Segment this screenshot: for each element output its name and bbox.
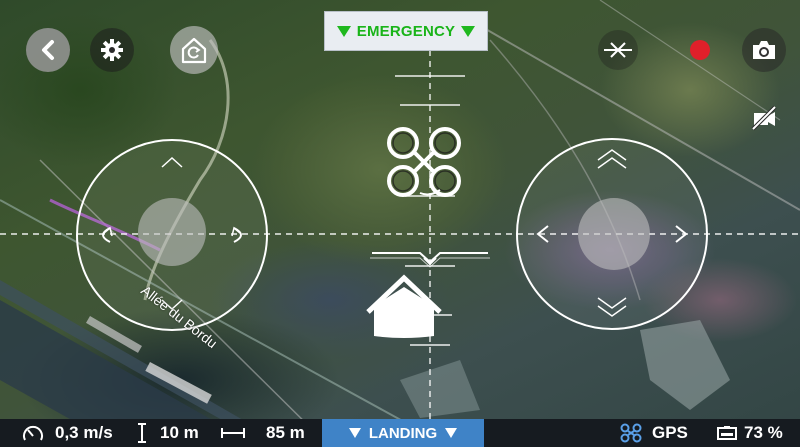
status-bar: 0,3 m/s 10 m 85 m LANDING GPS 73 % <box>0 419 800 447</box>
battery-icon <box>717 426 737 440</box>
emergency-button[interactable]: EMERGENCY <box>324 11 488 51</box>
chevron-left-icon <box>42 40 54 60</box>
record-icon <box>690 40 710 60</box>
emergency-label: EMERGENCY <box>356 22 456 40</box>
triangle-down-icon <box>445 428 458 438</box>
camera-icon <box>753 41 775 59</box>
settings-button[interactable] <box>90 28 134 72</box>
triangle-down-icon <box>336 25 351 37</box>
right-joystick-thumb[interactable] <box>578 198 650 270</box>
flight-view: Allée du Bordu EMERGENCY 0,3 m/s 10 m 85… <box>0 0 800 447</box>
triangle-down-icon <box>461 25 476 37</box>
back-button[interactable] <box>26 28 70 72</box>
gear-icon <box>101 39 123 61</box>
landing-button[interactable]: LANDING <box>322 419 484 447</box>
return-home-button[interactable] <box>170 26 218 74</box>
speed-value: 0,3 m/s <box>55 423 113 442</box>
home-return-icon <box>181 37 207 64</box>
video-off-button[interactable] <box>742 96 786 140</box>
left-joystick-thumb[interactable] <box>138 198 206 266</box>
camera-button[interactable] <box>742 28 786 72</box>
video-off-icon <box>751 105 777 131</box>
landing-label: LANDING <box>368 424 438 442</box>
crosshair-button[interactable] <box>598 30 638 70</box>
triangle-down-icon <box>348 428 361 438</box>
altitude-value: 10 m <box>160 423 199 442</box>
speedometer-icon <box>23 425 43 441</box>
crosshair-icon <box>604 42 632 58</box>
gps-label: GPS <box>652 423 688 442</box>
altitude-icon <box>138 423 146 443</box>
distance-value: 85 m <box>266 423 305 442</box>
distance-icon <box>221 428 245 438</box>
battery-value: 73 % <box>744 423 783 442</box>
record-button[interactable] <box>680 30 720 70</box>
home-marker-icon <box>366 274 442 338</box>
drone-gps-icon <box>620 423 642 443</box>
drone-icon <box>387 127 461 197</box>
